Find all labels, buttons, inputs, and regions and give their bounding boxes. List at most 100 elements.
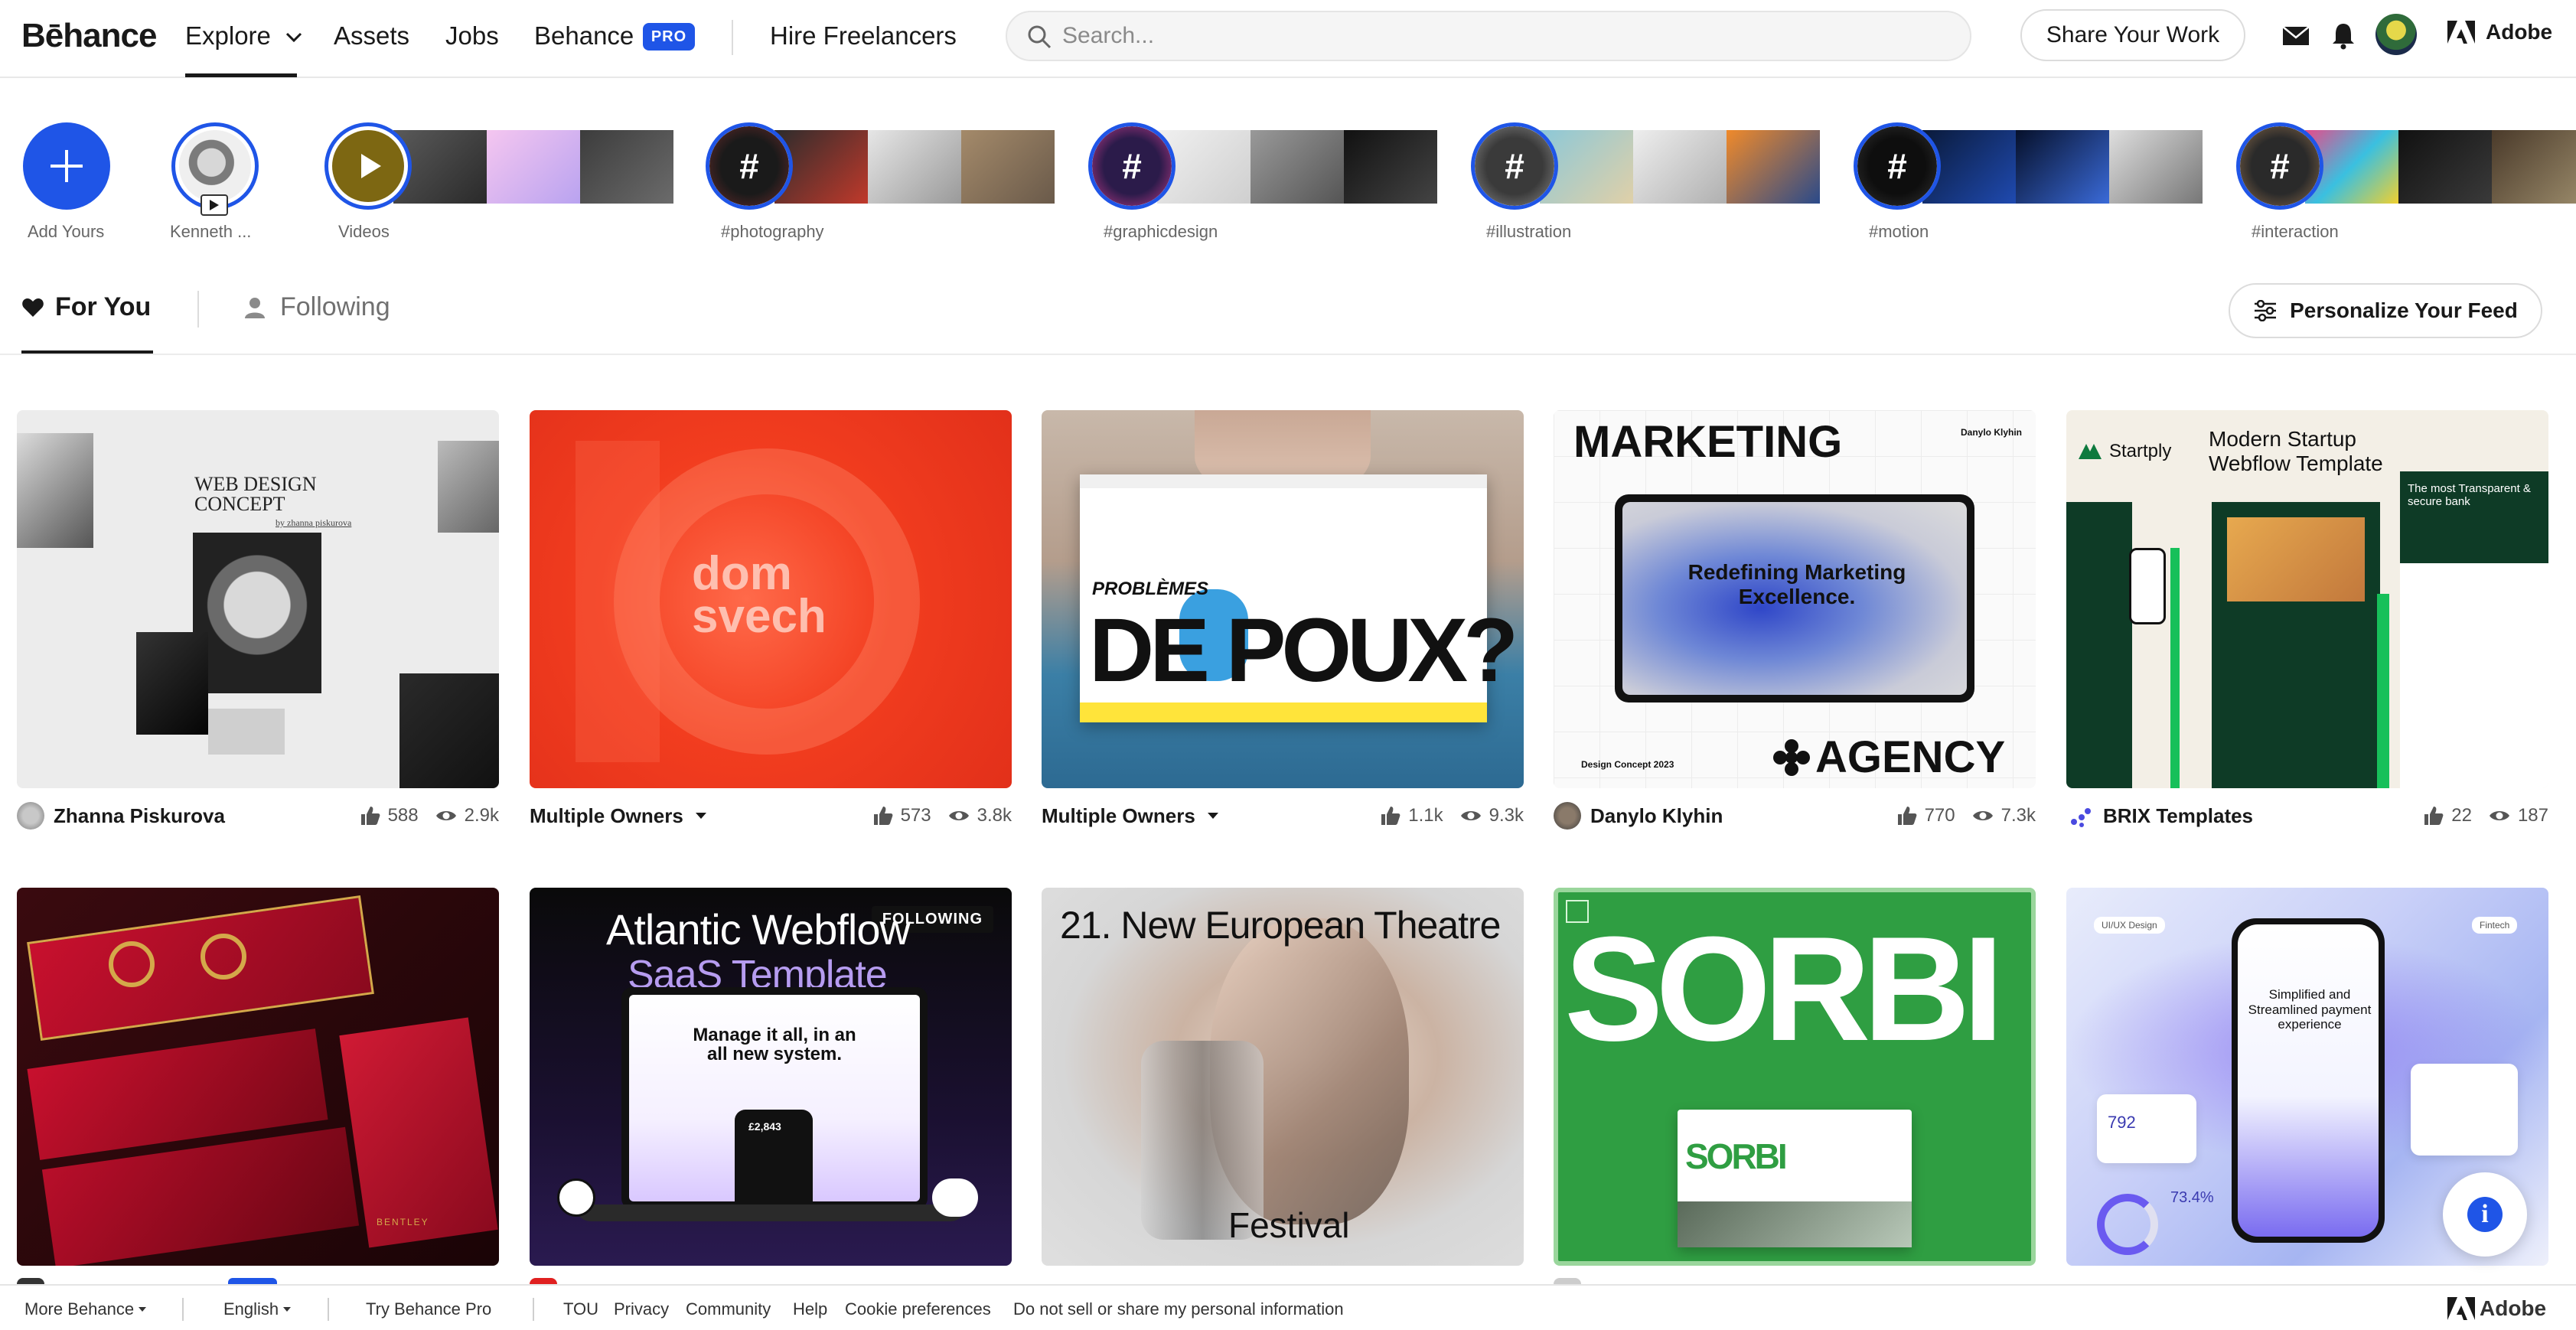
footer-adobe-link[interactable]: Adobe	[2447, 1296, 2546, 1321]
project-card-new-european-theatre[interactable]: 21. New European Theatre Festival	[1042, 888, 1524, 1266]
mail-icon[interactable]	[2281, 20, 2311, 51]
footer-separator	[533, 1298, 534, 1321]
project-stats: 770 7.3k	[1896, 805, 2036, 826]
project-owner[interactable]: Zhanna Piskurova	[17, 802, 225, 830]
footer-privacy[interactable]: Privacy	[614, 1299, 669, 1319]
share-your-work-button[interactable]: Share Your Work	[2020, 9, 2245, 61]
thumbs-up-icon[interactable]	[2422, 805, 2444, 826]
project-meta: Zhanna Piskurova 588 2.9k	[17, 800, 499, 831]
card-art-brand: BENTLEY	[377, 1217, 429, 1227]
nav-assets[interactable]: Assets	[334, 21, 409, 51]
footer-do-not-sell[interactable]: Do not sell or share my personal informa…	[1013, 1299, 1344, 1319]
story-graphicdesign[interactable]: #	[1088, 122, 1176, 210]
nav-explore-label: Explore	[185, 21, 271, 50]
story-illustration[interactable]: #	[1471, 122, 1558, 210]
footer-try-pro[interactable]: Try Behance Pro	[366, 1299, 491, 1319]
project-card-de-poux[interactable]: PROBLÈMES DE POUX?	[1042, 410, 1524, 788]
bell-icon[interactable]	[2328, 20, 2359, 51]
story-photography[interactable]: #	[706, 122, 793, 210]
project-owner[interactable]: Multiple Owners	[1042, 804, 1218, 828]
footer-more-behance[interactable]: More Behance	[24, 1299, 147, 1319]
pro-badge[interactable]: PRO	[643, 23, 695, 51]
likes-count: 22	[2451, 805, 2472, 826]
story-photography-strip[interactable]	[774, 130, 1055, 204]
story-label-photography: #photography	[721, 222, 824, 241]
project-owner[interactable]: BRIX Templates	[2066, 802, 2253, 830]
adobe-link[interactable]: Adobe	[2447, 20, 2552, 44]
tab-for-you-label: For You	[55, 292, 152, 321]
story-motion-strip[interactable]	[1922, 130, 2203, 204]
chevron-down-icon	[286, 33, 302, 43]
project-card-startply-webflow[interactable]: Startply Modern Startup Webflow Template…	[2066, 410, 2548, 788]
plus-icon	[51, 150, 83, 182]
thumbs-up-icon[interactable]	[1379, 805, 1400, 826]
chevron-down-icon	[139, 1307, 147, 1312]
behance-logo[interactable]: Bēhance	[21, 17, 157, 55]
footer-tou[interactable]: TOU	[563, 1299, 598, 1319]
personalize-feed-button[interactable]: Personalize Your Feed	[2229, 283, 2542, 338]
card-art-subtitle: by zhanna piskurova	[276, 517, 352, 528]
thumbs-up-icon[interactable]	[1896, 805, 1917, 826]
footer-language[interactable]: English	[223, 1299, 292, 1319]
story-interaction[interactable]: #	[2236, 122, 2323, 210]
project-owner[interactable]: Danylo Klyhin	[1554, 802, 1723, 830]
card-art-agency: AGENCY	[1772, 732, 2005, 783]
project-card-atlantic-webflow[interactable]: FOLLOWING Atlantic Webflow SaaS Template…	[530, 888, 1012, 1266]
eye-icon	[435, 811, 456, 820]
nav-behance-pro[interactable]: Behance	[534, 21, 634, 51]
story-label-add: Add Yours	[28, 222, 105, 241]
owner-avatar-partial	[1554, 1278, 1581, 1284]
story-videos-strip[interactable]	[393, 130, 673, 204]
nav-divider	[732, 20, 733, 55]
dropdown-caret-icon	[1207, 813, 1218, 819]
info-button[interactable]: i	[2443, 1172, 2527, 1257]
nav-explore[interactable]: Explore	[185, 21, 302, 51]
project-owner[interactable]: Multiple Owners	[530, 804, 706, 828]
project-meta: Multiple Owners 573 3.8k	[530, 800, 1012, 831]
story-videos[interactable]	[324, 122, 412, 210]
tab-for-you[interactable]: For You	[21, 292, 151, 322]
story-graphicdesign-strip[interactable]	[1157, 130, 1437, 204]
nav-jobs[interactable]: Jobs	[445, 21, 499, 51]
thumbs-up-icon[interactable]	[872, 805, 893, 826]
footer-cookie-preferences[interactable]: Cookie preferences	[845, 1299, 991, 1319]
flower-icon	[1773, 738, 1810, 776]
search-bar[interactable]	[1006, 11, 1971, 61]
likes-count: 573	[900, 805, 931, 826]
hashtag-icon: #	[709, 126, 789, 206]
story-interaction-strip[interactable]	[2305, 130, 2576, 204]
project-stats: 588 2.9k	[359, 805, 499, 826]
eye-icon	[1460, 811, 1481, 820]
user-avatar[interactable]	[2375, 14, 2417, 55]
nav-hire-freelancers[interactable]: Hire Freelancers	[770, 21, 957, 51]
card-art-number: 792	[2108, 1113, 2136, 1132]
views-count: 9.3k	[1489, 805, 1524, 826]
story-label-interaction: #interaction	[2252, 222, 2339, 241]
pro-badge-partial	[228, 1278, 277, 1284]
tab-following[interactable]: Following	[243, 292, 390, 322]
adobe-logo-icon	[2447, 21, 2475, 44]
project-card-bentley-packaging[interactable]: BENTLEY	[17, 888, 499, 1266]
project-card-sorbi[interactable]: SORBI SORBI	[1554, 888, 2036, 1266]
card-art-footer: Design Concept 2023	[1581, 759, 1674, 770]
heart-icon	[22, 298, 44, 317]
project-card-web-design-concept[interactable]: WEB DESIGN CONCEPT by zhanna piskurova	[17, 410, 499, 788]
hashtag-icon: #	[1857, 126, 1937, 206]
project-card-marketing-agency[interactable]: MARKETING Danylo Klyhin Redefining Marke…	[1554, 410, 2036, 788]
thumbs-up-icon[interactable]	[359, 805, 380, 826]
add-story-button[interactable]	[23, 122, 110, 210]
hashtag-icon: #	[1475, 126, 1554, 206]
explore-active-underline	[185, 73, 297, 77]
search-input[interactable]	[1062, 19, 1942, 53]
footer-community[interactable]: Community	[686, 1299, 771, 1319]
project-card-dom-svech[interactable]: dom svech	[530, 410, 1012, 788]
card-art-brand-label: Startply	[2109, 441, 2172, 461]
project-stats: 1.1k 9.3k	[1379, 805, 1524, 826]
card-art-festival: Festival	[1228, 1205, 1350, 1245]
footer-help[interactable]: Help	[793, 1299, 827, 1319]
story-illustration-strip[interactable]	[1540, 130, 1820, 204]
story-motion[interactable]: #	[1854, 122, 1941, 210]
following-user-icon	[245, 297, 265, 318]
tab-following-label: Following	[280, 292, 390, 321]
story-label-graphicdesign: #graphicdesign	[1104, 222, 1218, 241]
